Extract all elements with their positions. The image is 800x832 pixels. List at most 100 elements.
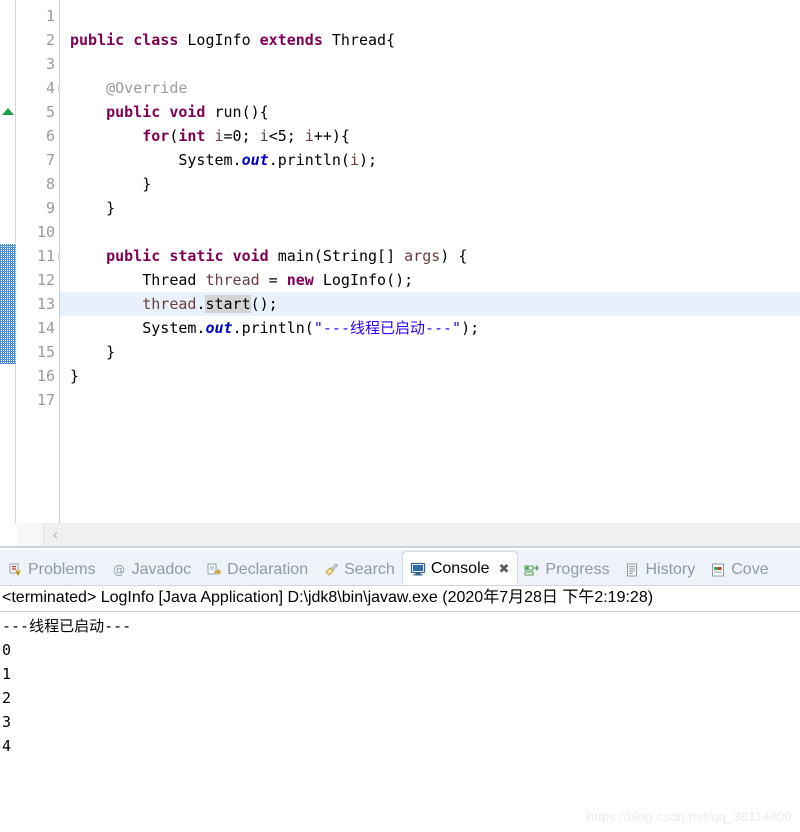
java-editor[interactable]: 1 2 3 4 5 6 7 8 9 10 11 12 13 14 15 16 17 public class L… [0, 0, 800, 548]
code-line[interactable]: public void run(){ [60, 100, 800, 124]
tab-label: Javadoc [131, 560, 192, 578]
svg-text:@: @ [113, 563, 125, 577]
code-line[interactable]: System.out.println(i); [60, 148, 800, 172]
code-token: out [241, 151, 269, 169]
eclipse-ide-window: 1 2 3 4 5 6 7 8 9 10 11 12 13 14 15 16 17 public class L… [0, 0, 800, 832]
tab-declaration[interactable]: Declaration [199, 554, 316, 585]
problems-icon [7, 562, 23, 578]
code-token: (); [250, 295, 278, 313]
line-number: 8 [45, 175, 55, 193]
occurrence-marker-bar[interactable] [0, 244, 16, 364]
code-token: public [106, 103, 170, 121]
code-token: run(){ [214, 103, 269, 121]
progress-icon [524, 562, 540, 578]
tab-label: Cove [731, 560, 769, 578]
code-line[interactable]: public static void main(String[] args) { [60, 244, 800, 268]
tab-progress[interactable]: Progress [517, 554, 617, 585]
code-line[interactable]: Thread thread = new LogInfo(); [60, 268, 800, 292]
code-token: thread [205, 271, 260, 289]
console-output-line: 0 [2, 641, 12, 659]
console-output-line: ---线程已启动--- [2, 617, 132, 635]
code-line[interactable]: } [60, 196, 800, 220]
tab-label: Problems [28, 560, 96, 578]
editor-bottom-separator [0, 546, 800, 548]
console-output-line: 2 [2, 689, 12, 707]
code-line[interactable]: } [60, 172, 800, 196]
code-token: Thread{ [331, 31, 396, 49]
code-line[interactable] [60, 388, 800, 412]
tab-javadoc[interactable]: @ Javadoc [104, 554, 200, 585]
code-token: static [169, 247, 233, 265]
code-line[interactable] [60, 4, 800, 28]
editor-content-area[interactable]: 1 2 3 4 5 6 7 8 9 10 11 12 13 14 15 16 17 public class L… [0, 0, 800, 523]
editor-marker-bar[interactable] [0, 0, 16, 523]
code-line[interactable]: } [60, 364, 800, 388]
code-token: LogInfo(); [322, 271, 414, 289]
tab-label: History [645, 560, 696, 578]
code-line[interactable]: public class LogInfo extends Thread{ [60, 28, 800, 52]
code-token: =0; [223, 127, 260, 145]
tab-cove[interactable]: Cove [703, 554, 776, 585]
line-number: 3 [45, 55, 55, 73]
code-token: main(String[] [277, 247, 405, 265]
console-view[interactable]: <terminated> LogInfo [Java Application] … [0, 586, 800, 832]
code-token: args [404, 247, 441, 265]
console-output-line: 4 [2, 737, 12, 755]
code-token: .println( [232, 319, 314, 337]
line-number: 1 [45, 7, 55, 25]
code-token: } [70, 343, 116, 361]
scrollbar-left-cap [17, 523, 44, 547]
code-token: i [349, 151, 359, 169]
tab-problems[interactable]: Problems [0, 554, 104, 585]
line-number: 17 [36, 391, 55, 409]
console-output[interactable]: ---线程已启动--- 0 1 2 3 4 [0, 612, 800, 758]
code-token: i [304, 127, 314, 145]
code-line[interactable]: thread.start(); [60, 292, 800, 316]
code-token: int [178, 127, 215, 145]
line-number: 12 [36, 271, 55, 289]
code-token: ); [461, 319, 480, 337]
code-token: } [70, 175, 152, 193]
code-token: public [106, 247, 170, 265]
code-token: public [70, 31, 134, 49]
line-number: 4 [16, 76, 69, 100]
history-icon [624, 562, 640, 578]
code-line[interactable]: } [60, 340, 800, 364]
tab-history[interactable]: History [617, 554, 703, 585]
code-token: ); [359, 151, 378, 169]
code-line[interactable]: @Override [60, 76, 800, 100]
code-token: out [205, 319, 233, 337]
tab-label: Progress [545, 560, 610, 578]
close-icon[interactable]: ✖ [499, 561, 510, 577]
scrollbar-track[interactable] [44, 523, 800, 547]
console-launch-header: <terminated> LogInfo [Java Application] … [0, 586, 800, 612]
line-number: 10 [36, 223, 55, 241]
code-line[interactable]: for(int i=0; i<5; i++){ [60, 124, 800, 148]
watermark-text: https://blog.csdn.net/qq_38114800 [586, 809, 792, 824]
tab-label: Console [430, 559, 490, 577]
code-token: ) { [440, 247, 468, 265]
line-number: 5 [45, 103, 55, 121]
console-icon [410, 561, 426, 577]
code-line[interactable] [60, 220, 800, 244]
chevron-left-icon[interactable]: ‹ [52, 527, 66, 543]
tab-search[interactable]: Search [316, 554, 403, 585]
line-number-ruler: 1 2 3 4 5 6 7 8 9 10 11 12 13 14 15 16 17 [16, 0, 69, 523]
code-token: } [70, 367, 80, 385]
code-token: LogInfo [187, 31, 260, 49]
line-number: 2 [45, 31, 55, 49]
console-output-line: 3 [2, 713, 12, 731]
view-tab-bar[interactable]: Problems @ Javadoc Declaration Search Console… [0, 550, 800, 586]
tab-label: Search [344, 560, 395, 578]
implements-method-marker-icon[interactable] [2, 108, 14, 115]
code-token: extends [259, 31, 332, 49]
code-line[interactable]: System.out.println("---线程已启动---"); [60, 316, 800, 340]
editor-horizontal-scrollbar[interactable]: ‹ [0, 523, 800, 548]
line-number: 9 [45, 199, 55, 217]
source-code-text[interactable]: public class LogInfo extends Thread{ @Ov… [60, 0, 800, 523]
code-line[interactable] [60, 52, 800, 76]
tab-console[interactable]: Console ✖ [402, 552, 518, 585]
